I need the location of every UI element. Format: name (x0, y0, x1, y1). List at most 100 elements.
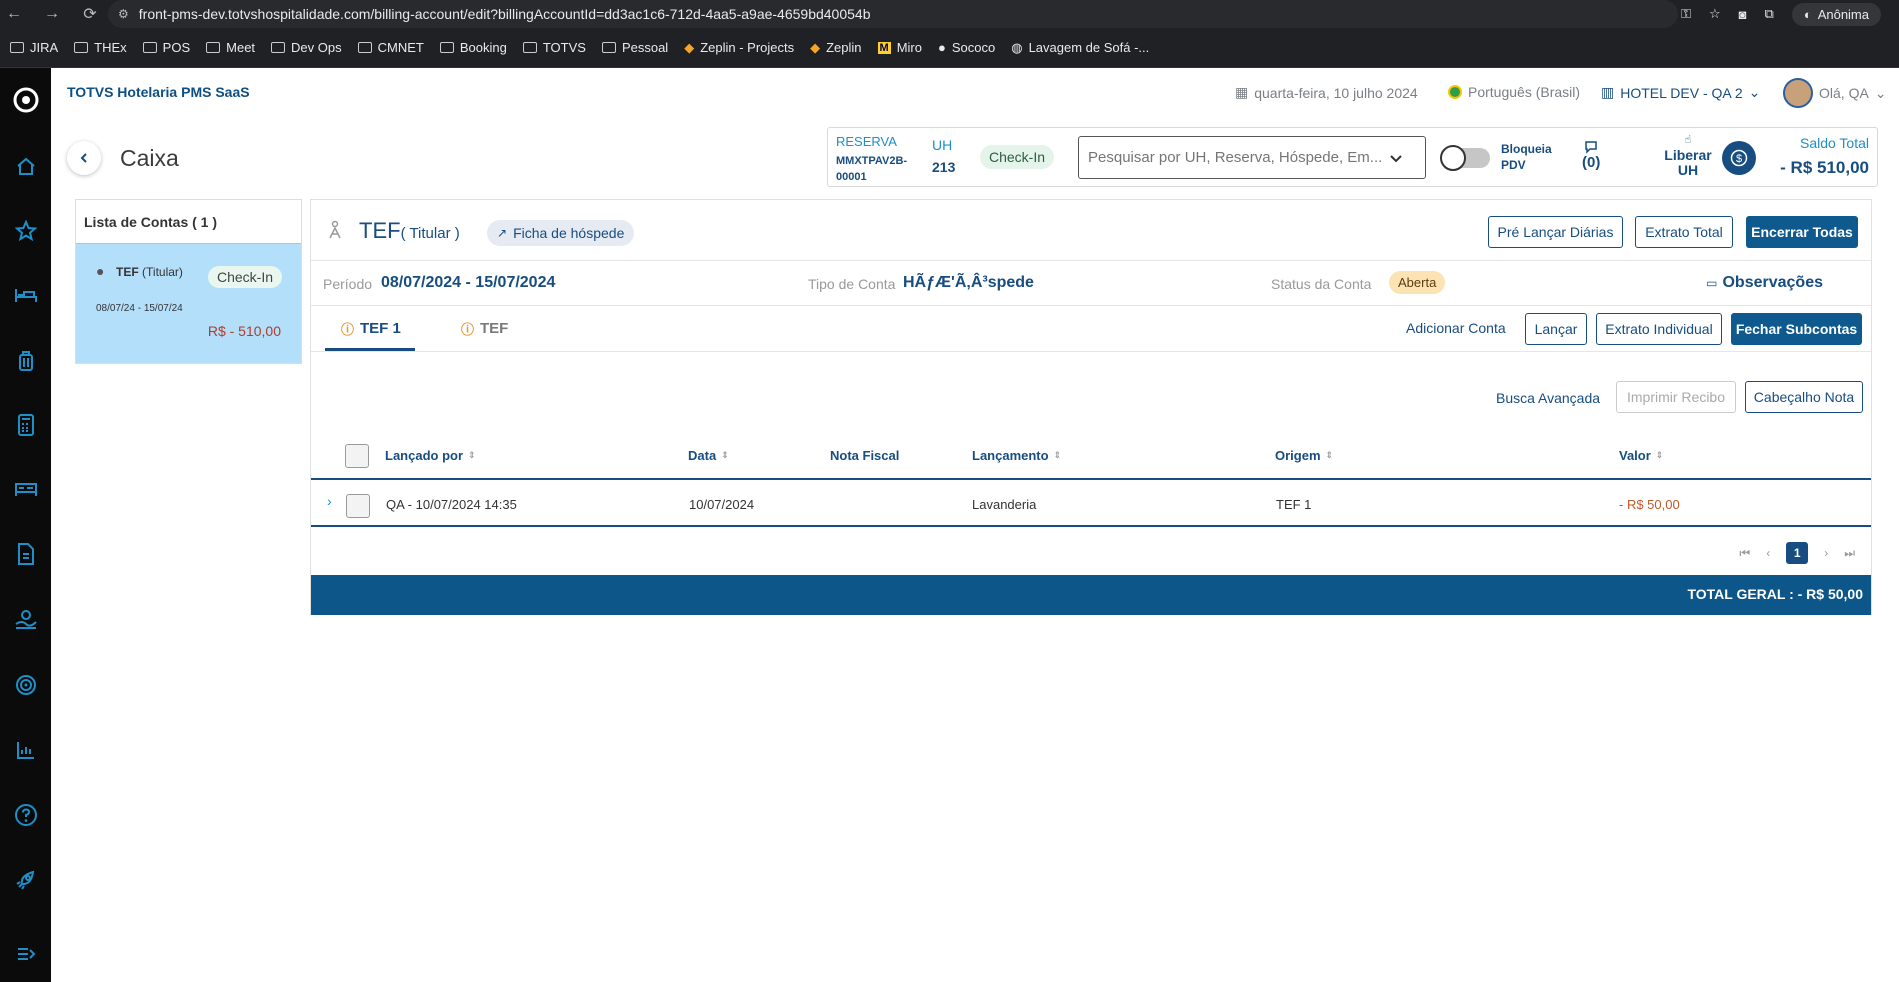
document-icon[interactable] (0, 534, 51, 574)
hotel-selector[interactable]: ▥ HOTEL DEV - QA 2 ⌄ (1601, 84, 1760, 101)
total-geral: TOTAL GERAL : - R$ 50,00 (1687, 586, 1863, 602)
folder-icon (206, 42, 221, 53)
bookmark-star-icon[interactable]: ☆ (1709, 6, 1721, 22)
total-bar: TOTAL GERAL : - R$ 50,00 (311, 575, 1871, 615)
cell-lancado-por: QA - 10/07/2024 14:35 (386, 497, 517, 512)
column-valor[interactable]: Valor ⇕ (1619, 448, 1663, 463)
busca-avancada-button[interactable]: Busca Avançada (1496, 390, 1600, 406)
select-all-checkbox[interactable] (345, 444, 369, 468)
tab-tef-1[interactable]: ⓘ TEF 1 (341, 319, 401, 338)
search-input[interactable] (1088, 149, 1388, 166)
fechar-subcontas-button[interactable]: Fechar Subcontas (1731, 313, 1862, 345)
incognito-badge[interactable]: ◐ Anônima (1791, 2, 1881, 26)
pre-lancar-diarias-button[interactable]: Pré Lançar Diárias (1488, 216, 1623, 248)
bookmark-item[interactable]: ◆ Zeplin - Projects (676, 34, 802, 62)
site-info-icon[interactable]: ⚙ (118, 7, 129, 21)
luggage-icon[interactable] (0, 341, 51, 381)
extrato-total-button[interactable]: Extrato Total (1635, 216, 1733, 248)
coin-button[interactable]: $ (1722, 141, 1756, 175)
bookmark-item[interactable]: ◍ Lavagem de Sofá -... (1003, 34, 1157, 62)
reservation-label: RESERVA (836, 134, 897, 149)
column-lancamento[interactable]: Lançamento ⇕ (972, 448, 1061, 463)
key-icon[interactable]: ⚿ (1681, 6, 1691, 22)
building-icon: ▥ (1601, 84, 1615, 100)
page-title: Caixa (120, 145, 179, 171)
bookmark-item[interactable]: Pessoal (594, 34, 676, 62)
liberar-uh-button[interactable]: ☝ Liberar UH (1658, 133, 1718, 178)
pagination: ⏮ ‹ 1 › ⏭ (1739, 542, 1855, 564)
bookmark-item[interactable]: POS (135, 34, 198, 62)
camera-icon[interactable]: ◙ (1739, 7, 1747, 22)
help-icon[interactable] (0, 795, 51, 835)
bookmark-item[interactable]: M Miro (870, 34, 930, 62)
comments-button[interactable]: (0) (1582, 140, 1600, 171)
bookmark-item[interactable]: Booking (432, 34, 515, 62)
reload-icon[interactable]: ⟳ (76, 0, 104, 28)
bookmark-item[interactable]: JIRA (2, 34, 66, 62)
external-link-icon: ↗ (497, 226, 508, 240)
back-button[interactable] (67, 141, 101, 175)
expand-row-icon[interactable]: › (327, 493, 332, 509)
last-page-icon[interactable]: ⏭ (1844, 546, 1855, 561)
calculator-icon[interactable] (0, 405, 51, 445)
extensions-icon[interactable]: ⧉ (1765, 6, 1774, 22)
bookmark-item[interactable]: CMNET (350, 34, 432, 62)
periodo-label: Período (323, 276, 373, 292)
search-field[interactable] (1078, 136, 1426, 179)
bookmark-item[interactable]: ● Sococo (930, 34, 1003, 62)
lancar-button[interactable]: Lançar (1525, 313, 1587, 345)
tipo-label: Tipo de Conta (808, 276, 896, 292)
tab-tef[interactable]: ⓘ TEF (461, 319, 508, 338)
account-list: Lista de Contas ( 1 ) ● TEF (Titular) Ch… (75, 199, 302, 364)
imprimir-recibo-button[interactable]: Imprimir Recibo (1616, 381, 1736, 413)
next-page-icon[interactable]: › (1824, 546, 1828, 560)
column-origem[interactable]: Origem ⇕ (1275, 448, 1333, 463)
observacoes-button[interactable]: ▭ Observações (1706, 274, 1823, 292)
coin-icon: $ (1730, 149, 1748, 167)
expand-menu-icon[interactable] (0, 934, 51, 974)
service-hand-icon[interactable] (0, 599, 51, 639)
page-number[interactable]: 1 (1786, 542, 1809, 564)
sort-icon: ⇕ (1655, 450, 1664, 460)
language-selector[interactable]: Português (Brasil) (1448, 84, 1580, 100)
logo-icon[interactable] (0, 80, 51, 120)
extrato-individual-button[interactable]: Extrato Individual (1596, 313, 1722, 345)
address-bar[interactable]: ⚙ front-pms-dev.totvshospitalidade.com/b… (108, 0, 1678, 28)
subaccount-tabs: ⓘ TEF 1 ⓘ TEF Adicionar Conta Lançar Ext… (311, 306, 1871, 352)
saldo-value: - R$ 510,00 (1780, 158, 1869, 177)
row-checkbox[interactable] (346, 494, 370, 518)
home-icon[interactable] (0, 146, 51, 186)
reservation-summary: RESERVA MMXTPAV2B-00001 UH 213 Check-In … (827, 127, 1878, 187)
column-lancado-por[interactable]: Lançado por ⇕ (385, 448, 476, 463)
back-nav-icon[interactable]: ← (0, 0, 28, 28)
column-data[interactable]: Data ⇕ (688, 448, 729, 463)
ficha-hospede-button[interactable]: ↗ Ficha de hóspede (487, 220, 635, 246)
table-row[interactable]: › QA - 10/07/2024 14:35 10/07/2024 Lavan… (311, 482, 1871, 527)
folder-icon (142, 42, 157, 53)
folder-icon (271, 42, 286, 53)
folder-icon (522, 42, 537, 53)
reservation-code[interactable]: MMXTPAV2B-00001 (836, 153, 926, 185)
prev-page-icon[interactable]: ‹ (1766, 546, 1770, 560)
bookmark-item[interactable]: ◆ Zeplin (802, 34, 869, 62)
rocket-icon[interactable] (0, 860, 51, 900)
target-icon[interactable] (0, 665, 51, 705)
bookmark-item[interactable]: TOTVS (515, 34, 594, 62)
bed-icon[interactable] (0, 275, 51, 315)
first-page-icon[interactable]: ⏮ (1739, 546, 1750, 561)
account-card[interactable]: ● TEF (Titular) Check-In 08/07/24 - 15/0… (76, 243, 301, 363)
bookmark-item[interactable]: Meet (198, 34, 263, 62)
bloqueia-pdv-toggle[interactable] (1440, 145, 1490, 171)
room-icon[interactable] (0, 469, 51, 509)
cabecalho-nota-button[interactable]: Cabeçalho Nota (1745, 381, 1863, 413)
bookmark-item[interactable]: THEx (66, 34, 135, 62)
folder-icon (74, 42, 89, 53)
adicionar-conta-button[interactable]: Adicionar Conta (1406, 320, 1506, 336)
star-icon[interactable] (0, 211, 51, 251)
bookmark-item[interactable]: Dev Ops (263, 34, 350, 62)
forward-nav-icon[interactable]: → (38, 0, 66, 28)
chevron-down-icon[interactable] (1388, 150, 1404, 166)
user-menu[interactable]: Olá, QA ⌄ (1783, 78, 1887, 108)
encerrar-todas-button[interactable]: Encerrar Todas (1746, 216, 1858, 248)
chart-icon[interactable] (0, 730, 51, 770)
